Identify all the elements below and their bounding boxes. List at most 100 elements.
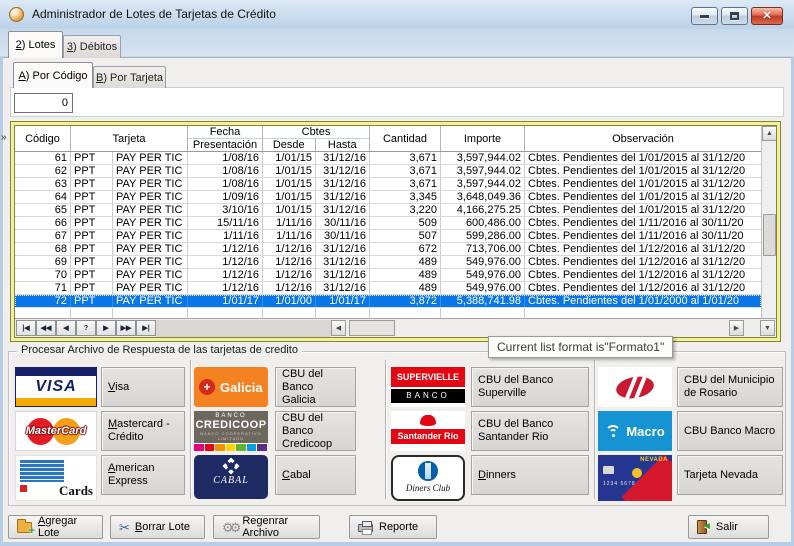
nav-next-button[interactable]: ▶ [96, 320, 116, 336]
cabal-wordmark: CABAL [213, 475, 249, 486]
tab-lotes[interactable]: 2) Lotes [8, 31, 63, 58]
cell: 3,597,944.02 [441, 152, 525, 164]
table-row[interactable]: 65PPTPAY PER TIC3/10/161/01/1531/12/163,… [15, 204, 761, 217]
nav-prev-page-button[interactable]: ◀◀ [36, 320, 56, 336]
mastercard-logo: MasterCard [15, 411, 97, 451]
cell: 3,671 [370, 152, 441, 164]
header-cantidad: Cantidad [370, 126, 441, 151]
cell: 1/11/16 [188, 230, 263, 242]
credicoop-wordmark: CREDICOOP [194, 419, 268, 431]
cell: PPT [71, 243, 113, 255]
nav-search-button[interactable]: ? [76, 320, 96, 336]
macro-logo: Macro [598, 411, 672, 451]
santander-rio-logo: Santander Río [391, 411, 465, 451]
nevada-sun-icon [632, 468, 642, 478]
close-button[interactable]: ✕ [751, 7, 783, 25]
galicia-cross-icon: + [199, 379, 215, 395]
table-row[interactable]: 68PPTPAY PER TIC1/12/161/12/1631/12/1667… [15, 243, 761, 256]
folder-plus-icon [17, 522, 32, 533]
visa-gold-band [16, 398, 96, 406]
cbu-supervielle-button[interactable]: CBU del Banco Superville [471, 367, 589, 407]
table-row-selected[interactable]: 72PPTPAY PER TIC1/01/171/01/001/01/173,8… [15, 295, 761, 308]
cell: 3,597,944.02 [441, 165, 525, 177]
cbu-santander-button[interactable]: CBU del Banco Santander Rio [471, 411, 589, 451]
galicia-wordmark: Galicia [220, 380, 263, 395]
cell: 61 [15, 152, 71, 164]
cell: PAY PER TIC [113, 269, 188, 281]
cabal-button[interactable]: Cabal [275, 455, 356, 495]
cbu-macro-button[interactable]: CBU Banco Macro [677, 411, 783, 451]
nav-prev-button[interactable]: ◀ [56, 320, 76, 336]
regenerar-archivo-button[interactable]: ⚙⚙Regenrar Archivo [213, 515, 320, 539]
nav-next-page-button[interactable]: ▶▶ [116, 320, 136, 336]
cabal-logo: CABAL [194, 455, 268, 499]
visa-button[interactable]: Visa [101, 367, 185, 407]
cell: 15/11/16 [188, 217, 263, 229]
cell: 600,486.00 [441, 217, 525, 229]
scroll-left-icon[interactable]: ◀ [331, 320, 346, 336]
maximize-button[interactable] [721, 7, 748, 25]
agregar-lote-button[interactable]: Agregar Lote [8, 515, 103, 539]
scroll-right-icon[interactable]: ▶ [729, 320, 744, 336]
cell: PPT [71, 191, 113, 203]
header-desde: Desde [263, 139, 316, 151]
table-row[interactable]: 64PPTPAY PER TIC1/09/161/01/1531/12/163,… [15, 191, 761, 204]
group-divider [385, 360, 387, 499]
scroll-down-icon[interactable]: ▼ [760, 320, 775, 336]
credicoop-logo: BANCO CREDICOOP BANCO COOPERATIVO LIMITA… [194, 411, 268, 451]
minimize-button[interactable] [691, 7, 718, 25]
cell: 1/01/00 [263, 295, 316, 307]
dinners-button[interactable]: Dinners [471, 455, 589, 495]
cbu-galicia-button[interactable]: CBU del Banco Galicia [275, 367, 356, 407]
cell: 71 [15, 282, 71, 294]
vertical-scrollbar[interactable]: ▲ [761, 126, 776, 318]
cell: 3,671 [370, 165, 441, 177]
cbu-rosario-button[interactable]: CBU del Municipio de Rosario [677, 367, 783, 407]
tab-por-codigo[interactable]: A) Por Código [13, 62, 93, 88]
scroll-up-icon[interactable]: ▲ [762, 126, 777, 141]
cell: 31/12/16 [316, 165, 370, 177]
cell: 31/12/16 [316, 204, 370, 216]
table-row[interactable]: 66PPTPAY PER TIC15/11/161/11/1630/11/165… [15, 217, 761, 230]
table-row[interactable]: 69PPTPAY PER TIC1/12/161/12/1631/12/1648… [15, 256, 761, 269]
rosario-emblem-icon [614, 373, 655, 400]
tab-debitos[interactable]: 3) Débitos [63, 35, 121, 58]
nevada-card-number: 1234 5678 [603, 481, 636, 487]
header-hasta: Hasta [316, 139, 369, 151]
codigo-input[interactable] [14, 93, 73, 113]
cell: 549,976.00 [441, 269, 525, 281]
american-express-button[interactable]: American Express [101, 455, 185, 495]
header-observacion: Observación [525, 126, 761, 151]
tarjeta-nevada-button[interactable]: Tarjeta Nevada [677, 455, 783, 495]
cell: PAY PER TIC [113, 191, 188, 203]
cell: 1/12/16 [188, 243, 263, 255]
grid-navigator: |◀ ◀◀ ◀ ? ▶ ▶▶ ▶| ◀ ▶ ▼ [15, 318, 776, 337]
nav-first-button[interactable]: |◀ [16, 320, 36, 336]
horizontal-scrollbar-thumb[interactable] [349, 320, 395, 336]
cbu-credicoop-button[interactable]: CBU del Banco Credicoop [275, 411, 356, 451]
vertical-scrollbar-thumb[interactable] [763, 214, 776, 256]
table-row[interactable]: 71PPTPAY PER TIC1/12/161/12/1631/12/1648… [15, 282, 761, 295]
nav-last-button[interactable]: ▶| [136, 320, 156, 336]
mastercard-button[interactable]: Mastercard - Crédito [101, 411, 185, 451]
tab-por-tarjeta[interactable]: B) Por Tarjeta [93, 66, 166, 88]
cell: PPT [71, 152, 113, 164]
table-row[interactable]: 62PPTPAY PER TIC1/08/161/01/1531/12/163,… [15, 165, 761, 178]
table-row[interactable]: 70PPTPAY PER TIC1/12/161/12/1631/12/1648… [15, 269, 761, 282]
table-row[interactable]: 63PPTPAY PER TIC1/08/161/01/1531/12/163,… [15, 178, 761, 191]
table-row[interactable]: 67PPTPAY PER TIC1/11/161/11/1630/11/1650… [15, 230, 761, 243]
cell: Cbtes. Pendientes del 1/12/2016 al 31/12… [525, 256, 761, 268]
santander-flame-icon [420, 415, 436, 426]
municipio-rosario-logo [598, 367, 672, 407]
cell: PAY PER TIC [113, 217, 188, 229]
cell: 67 [15, 230, 71, 242]
table-row[interactable]: 61PPTPAY PER TIC1/08/161/01/1531/12/163,… [15, 152, 761, 165]
cell: PAY PER TIC [113, 178, 188, 190]
cell: 1/12/16 [188, 269, 263, 281]
cell: Cbtes. Pendientes del 1/01/2015 al 31/12… [525, 152, 761, 164]
borrar-lote-button[interactable]: ✂Borrar Lote [110, 515, 205, 539]
reporte-button[interactable]: Reporte [349, 515, 437, 539]
dock-arrow-icon[interactable]: » [1, 132, 7, 143]
salir-button[interactable]: ◄Salir [688, 515, 769, 539]
amex-red-square [20, 485, 27, 492]
